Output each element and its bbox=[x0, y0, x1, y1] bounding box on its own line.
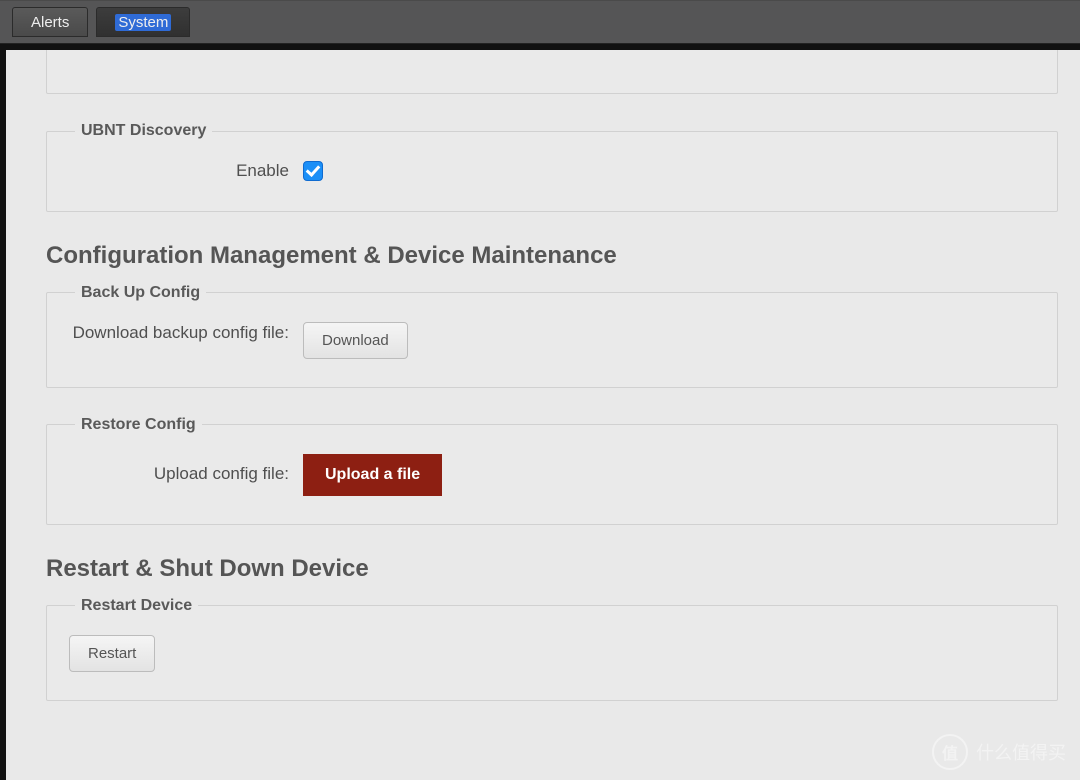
restart-device-group: Restart Device Restart bbox=[46, 597, 1058, 701]
restore-config-group: Restore Config Upload config file: Uploa… bbox=[46, 416, 1058, 525]
settings-panel: UBNT Discovery Enable Configuration Mana… bbox=[0, 50, 1080, 780]
upload-file-button[interactable]: Upload a file bbox=[303, 454, 442, 496]
enable-label: Enable bbox=[69, 160, 289, 183]
config-mgmt-heading: Configuration Management & Device Mainte… bbox=[46, 242, 1058, 270]
restore-config-legend: Restore Config bbox=[75, 416, 202, 434]
tab-system[interactable]: System bbox=[96, 7, 190, 37]
restart-device-legend: Restart Device bbox=[75, 597, 198, 615]
tab-system-label: System bbox=[115, 14, 171, 31]
restart-heading: Restart & Shut Down Device bbox=[46, 555, 1058, 583]
enable-checkbox[interactable] bbox=[303, 161, 323, 181]
download-button[interactable]: Download bbox=[303, 322, 408, 359]
ubnt-discovery-legend: UBNT Discovery bbox=[75, 122, 212, 140]
restart-button[interactable]: Restart bbox=[69, 635, 155, 672]
backup-config-legend: Back Up Config bbox=[75, 284, 206, 302]
backup-label: Download backup config file: bbox=[69, 322, 289, 345]
previous-group-cutoff bbox=[46, 50, 1058, 94]
tab-alerts[interactable]: Alerts bbox=[12, 7, 88, 37]
top-tab-bar: Alerts System bbox=[0, 0, 1080, 44]
restore-label: Upload config file: bbox=[69, 463, 289, 486]
backup-config-group: Back Up Config Download backup config fi… bbox=[46, 284, 1058, 388]
ubnt-discovery-group: UBNT Discovery Enable bbox=[46, 122, 1058, 212]
tab-alerts-label: Alerts bbox=[31, 14, 69, 31]
